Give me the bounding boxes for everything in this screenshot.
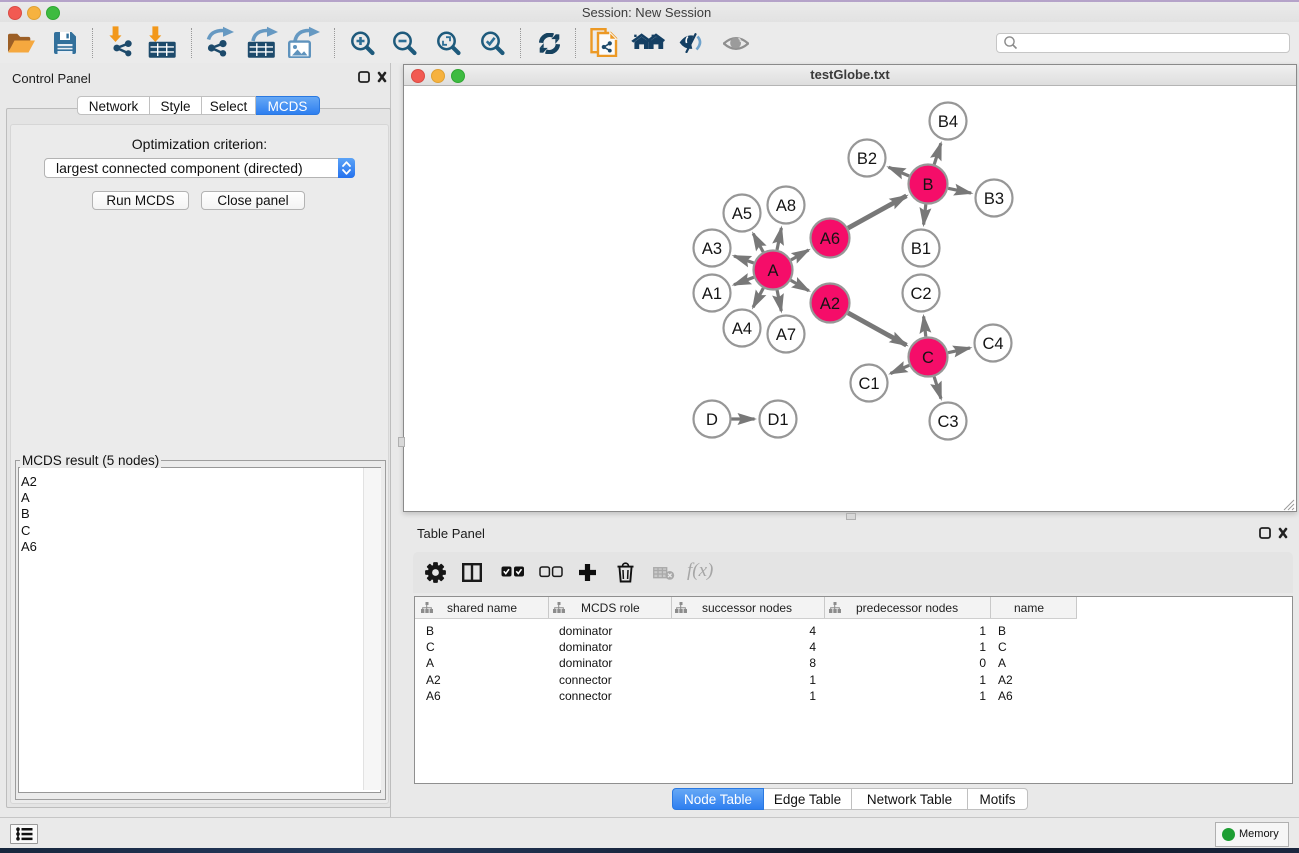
svg-text:B1: B1 (911, 240, 931, 258)
svg-text:B2: B2 (857, 150, 877, 168)
svg-text:D1: D1 (767, 411, 788, 429)
svg-text:B4: B4 (938, 113, 958, 131)
svg-text:A3: A3 (702, 240, 722, 258)
svg-text:A4: A4 (732, 320, 752, 338)
svg-text:C: C (922, 349, 934, 367)
svg-text:C4: C4 (982, 335, 1003, 353)
svg-text:C2: C2 (910, 285, 931, 303)
svg-text:A8: A8 (776, 197, 796, 215)
svg-text:B3: B3 (984, 190, 1004, 208)
svg-text:A1: A1 (702, 285, 722, 303)
svg-text:B: B (922, 176, 933, 194)
svg-text:A6: A6 (820, 230, 840, 248)
svg-text:A5: A5 (732, 205, 752, 223)
svg-text:A7: A7 (776, 326, 796, 344)
svg-text:D: D (706, 411, 718, 429)
svg-text:A: A (767, 262, 778, 280)
svg-text:C1: C1 (858, 375, 879, 393)
svg-text:C3: C3 (937, 413, 958, 431)
svg-text:A2: A2 (820, 295, 840, 313)
